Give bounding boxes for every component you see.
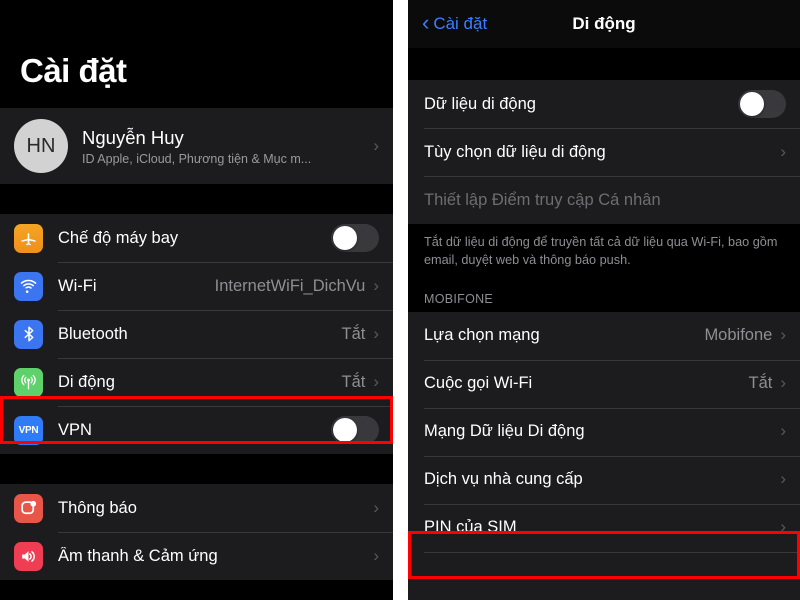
chevron-left-icon: ‹ (422, 10, 430, 35)
chevron-right-icon: › (780, 325, 786, 345)
vpn-toggle[interactable] (331, 416, 379, 444)
sidebar-item-label: Thông báo (58, 498, 137, 517)
toggle-knob (740, 92, 764, 116)
row-label: Lựa chọn mạng (424, 326, 540, 345)
chevron-right-icon: › (780, 421, 786, 441)
row-value: Tắt (748, 374, 773, 393)
bluetooth-icon (14, 319, 43, 349)
sidebar-item-notifications[interactable]: Thông báo › (0, 484, 393, 532)
sidebar-item-sounds[interactable]: Âm thanh & Cảm ứng › (0, 532, 393, 580)
nav-spacer (408, 48, 800, 80)
chevron-right-icon: › (373, 497, 379, 517)
row-cellular-data-options[interactable]: Tùy chọn dữ liệu di động › (408, 128, 800, 176)
back-button[interactable]: ‹ Cài đặt (422, 10, 488, 35)
chevron-right-icon: › (373, 545, 379, 565)
group-spacer (0, 184, 393, 214)
sidebar-item-airplane-mode[interactable]: Chế độ máy bay (0, 214, 393, 262)
row-wifi-calling[interactable]: Cuộc gọi Wi-Fi Tắt › (408, 359, 800, 408)
toggle-knob (333, 226, 357, 250)
wifi-value: InternetWiFi_DichVu (214, 276, 366, 295)
apple-id-account-row[interactable]: HN Nguyễn Huy ID Apple, iCloud, Phương t… (0, 108, 393, 184)
cellular-detail-panel: ‹ Cài đặt Di động Dữ liệu di động Tùy ch… (408, 0, 800, 600)
avatar: HN (14, 119, 68, 173)
cellular-data-footer-note: Tắt dữ liệu di động để truyền tất cả dữ … (408, 224, 800, 282)
cellular-data-group: Dữ liệu di động Tùy chọn dữ liệu di động… (408, 80, 800, 224)
notifications-icon (14, 493, 43, 523)
row-value: Mobifone (704, 326, 773, 345)
sidebar-item-label: VPN (58, 420, 92, 439)
row-label: Mạng Dữ liệu Di động (424, 422, 585, 441)
chevron-right-icon: › (373, 135, 379, 155)
group-spacer-2 (0, 454, 393, 484)
airplane-icon (14, 223, 43, 253)
row-cellular-data-network[interactable]: Mạng Dữ liệu Di động › (408, 407, 800, 456)
row-label: PIN của SIM (424, 518, 517, 537)
chevron-right-icon: › (373, 275, 379, 295)
cellular-value: Tắt (341, 372, 366, 391)
row-cellular-data[interactable]: Dữ liệu di động (408, 80, 800, 128)
wifi-icon (14, 271, 43, 301)
account-group: HN Nguyễn Huy ID Apple, iCloud, Phương t… (0, 108, 393, 184)
row-label: Tùy chọn dữ liệu di động (424, 142, 606, 161)
row-label: Cuộc gọi Wi-Fi (424, 374, 533, 393)
chevron-right-icon: › (373, 371, 379, 391)
sidebar-item-wifi[interactable]: Wi-Fi InternetWiFi_DichVu › (0, 262, 393, 310)
settings-list-panel: Cài đặt HN Nguyễn Huy ID Apple, iCloud, … (0, 0, 393, 600)
account-text: Nguyễn Huy ID Apple, iCloud, Phương tiện… (82, 127, 373, 166)
sidebar-item-label: Bluetooth (58, 324, 128, 343)
section-header-carrier: MOBIFONE (408, 281, 800, 312)
connectivity-group: Chế độ máy bay Wi-Fi InternetWiFi_DichVu… (0, 214, 393, 454)
sidebar-item-label: Di động (58, 372, 115, 391)
sounds-icon (14, 541, 43, 571)
account-name: Nguyễn Huy (82, 126, 184, 148)
panel-divider (393, 0, 408, 600)
page-title: Cài đặt (0, 0, 393, 108)
screenshot-root: Cài đặt HN Nguyễn Huy ID Apple, iCloud, … (0, 0, 800, 600)
navigation-bar: ‹ Cài đặt Di động (408, 0, 800, 48)
chevron-right-icon: › (780, 141, 786, 161)
notifications-group: Thông báo › Âm thanh & Cảm ứng › (0, 484, 393, 580)
account-subtitle: ID Apple, iCloud, Phương tiện & Mục m... (82, 151, 312, 166)
row-carrier-services[interactable]: Dịch vụ nhà cung cấp › (408, 455, 800, 504)
cellular-data-toggle[interactable] (738, 90, 786, 118)
toggle-knob (333, 418, 357, 442)
back-button-label: Cài đặt (433, 14, 488, 33)
chevron-right-icon: › (780, 373, 786, 393)
chevron-right-icon: › (780, 517, 786, 537)
chevron-right-icon: › (373, 323, 379, 343)
airplane-mode-toggle[interactable] (331, 224, 379, 252)
row-label: Dữ liệu di động (424, 94, 536, 113)
row-partial-below[interactable] (408, 551, 800, 600)
sidebar-item-label: Âm thanh & Cảm ứng (58, 546, 218, 565)
row-label: Dịch vụ nhà cung cấp (424, 470, 583, 489)
row-label: Thiết lập Điểm truy cập Cá nhân (424, 190, 661, 209)
bluetooth-value: Tắt (341, 324, 366, 343)
chevron-right-icon: › (780, 469, 786, 489)
row-sim-pin[interactable]: PIN của SIM › (408, 503, 800, 552)
row-network-selection[interactable]: Lựa chọn mạng Mobifone › (408, 311, 800, 360)
sidebar-item-bluetooth[interactable]: Bluetooth Tắt › (0, 310, 393, 358)
vpn-icon: VPN (14, 415, 43, 445)
sidebar-item-vpn[interactable]: VPN VPN (0, 406, 393, 454)
carrier-group: Lựa chọn mạng Mobifone › Cuộc gọi Wi-Fi … (408, 311, 800, 600)
row-personal-hotspot[interactable]: Thiết lập Điểm truy cập Cá nhân (408, 176, 800, 224)
sidebar-item-cellular[interactable]: Di động Tắt › (0, 358, 393, 406)
cellular-icon (14, 367, 43, 397)
sidebar-item-label: Chế độ máy bay (58, 228, 179, 247)
sidebar-item-label: Wi-Fi (58, 276, 97, 295)
